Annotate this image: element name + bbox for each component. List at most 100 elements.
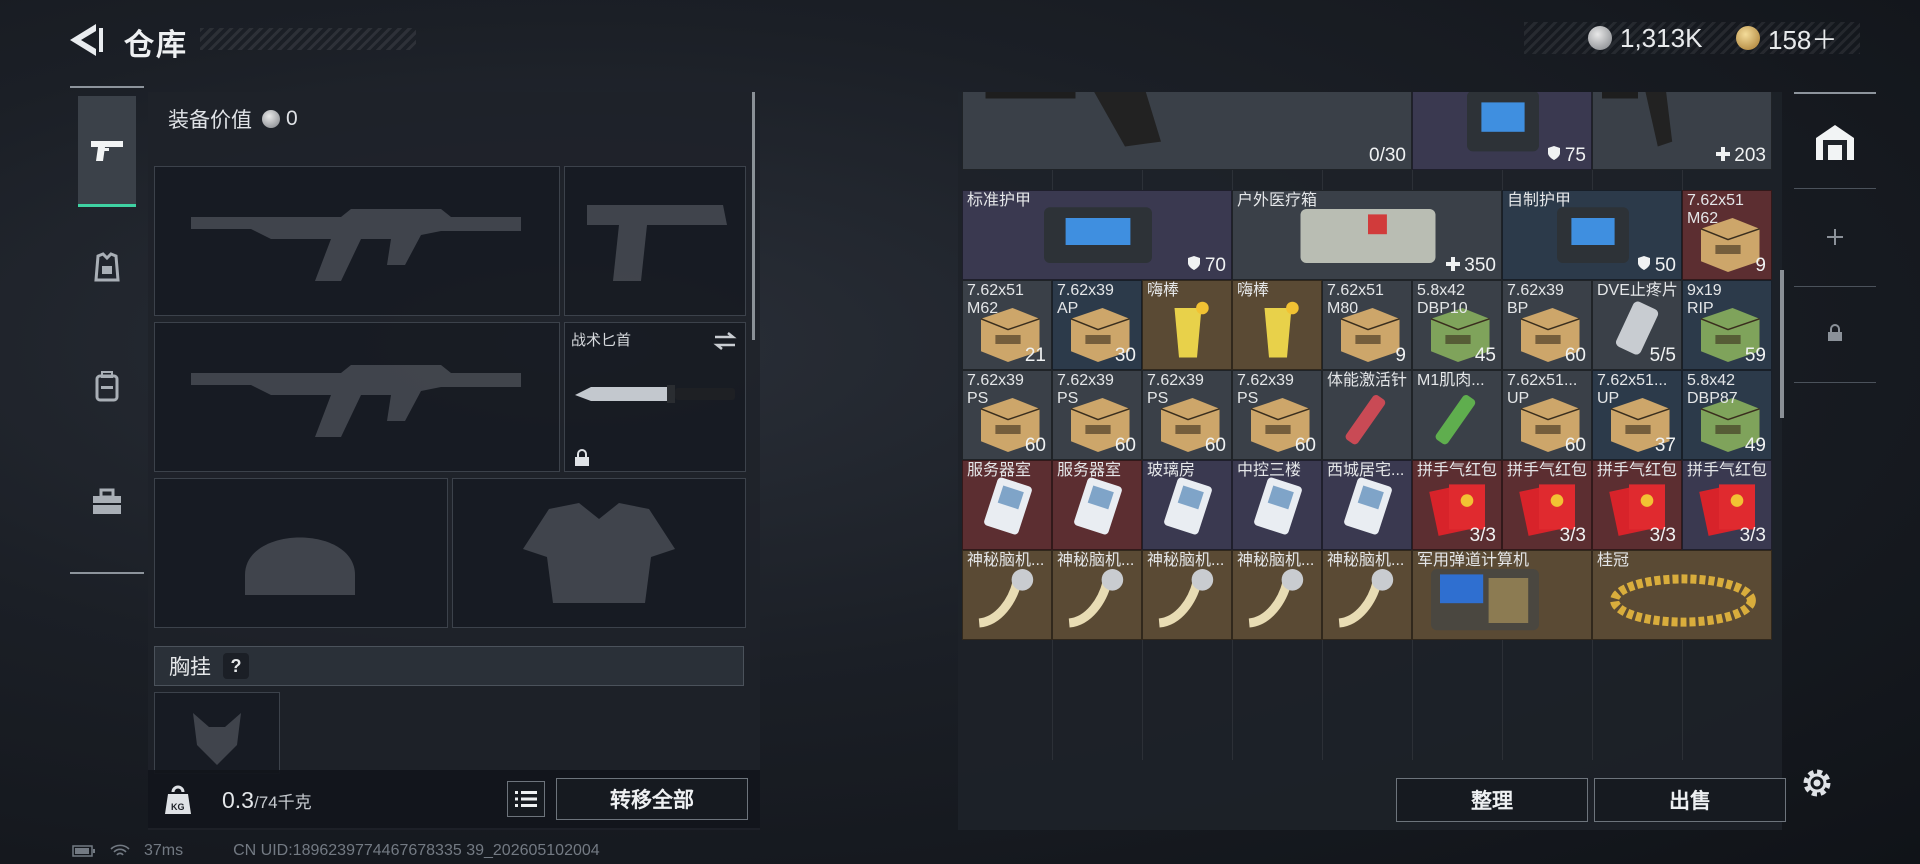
item-count-badge: 350 xyxy=(1446,255,1496,277)
tab-helmet[interactable] xyxy=(79,240,135,296)
item-count-badge: 49 xyxy=(1745,435,1766,457)
item-name: 神秘脑机... xyxy=(1147,552,1225,569)
stash-item[interactable]: 玻璃房 xyxy=(1142,460,1232,550)
stash-item[interactable]: 户外医疗箱 350 xyxy=(1232,190,1502,280)
stash-item[interactable]: 标准护甲75 xyxy=(1412,92,1592,170)
stash-item[interactable]: 7.62x51 M62 9 xyxy=(1682,190,1772,280)
item-name: 9x19 xyxy=(1687,282,1722,299)
stash-item[interactable]: 军用弹道计算机 xyxy=(1412,550,1592,640)
gold-currency[interactable]: 158＋ xyxy=(1736,20,1837,56)
tab-backpack[interactable] xyxy=(79,358,135,414)
stash-item[interactable]: 7.62x51 M62 21 xyxy=(962,280,1052,370)
item-name: 7.62x39 xyxy=(1147,372,1204,389)
stash-item[interactable]: 中控三楼 xyxy=(1232,460,1322,550)
item-count: 9 xyxy=(1395,345,1406,366)
battery-icon xyxy=(72,845,95,857)
stash-item[interactable]: M1肌肉... xyxy=(1412,370,1502,460)
item-variant: PS xyxy=(1147,390,1169,407)
stash-item[interactable]: 神秘脑机... xyxy=(1142,550,1232,640)
item-name: 7.62x39 xyxy=(967,372,1024,389)
list-view-button[interactable] xyxy=(507,781,545,817)
item-count: 60 xyxy=(1294,435,1316,456)
helmet-slot[interactable] xyxy=(154,478,448,628)
primary-weapon-slot-1[interactable] xyxy=(154,166,560,316)
pistol-icon xyxy=(91,141,123,161)
stash-item[interactable]: 9x19 RIP 59 xyxy=(1682,280,1772,370)
primary-weapon-slot-2[interactable] xyxy=(154,322,560,472)
stash-item[interactable]: 体能激活针 xyxy=(1322,370,1412,460)
stash-item[interactable]: 7.62x39 PS 60 xyxy=(1232,370,1322,460)
back-arrow-icon[interactable] xyxy=(66,22,106,58)
secondary-weapon-slot[interactable] xyxy=(564,166,746,316)
item-name: 5.8x42 xyxy=(1417,282,1466,299)
item-count-badge: 37 xyxy=(1655,435,1676,457)
settings-gear-icon[interactable] xyxy=(1800,766,1834,800)
item-count-badge: 21 xyxy=(1025,345,1046,367)
item-name: 服务器室 xyxy=(967,462,1032,479)
stash-item[interactable]: 服务器室 xyxy=(962,460,1052,550)
tactical-knife-icon xyxy=(575,385,735,403)
stash-item[interactable]: 5.8x42 DBP10 45 xyxy=(1412,280,1502,370)
stash-item[interactable]: 神秘脑机... xyxy=(1232,550,1322,640)
stash-item[interactable]: 拼手气红包 3/3 xyxy=(1412,460,1502,550)
carry-weight-current: 0.3 xyxy=(222,787,254,813)
rifle-silhouette-icon xyxy=(191,209,521,281)
tab-weapons[interactable] xyxy=(78,96,136,207)
stash-item[interactable]: DVE止疼片 5/5 xyxy=(1592,280,1682,370)
stash-item[interactable]: 拼手气红包 3/3 xyxy=(1682,460,1772,550)
item-count: 3/3 xyxy=(1559,525,1586,546)
item-name: 军用弹道计算机 xyxy=(1417,552,1530,569)
stash-item[interactable]: 桂冠 xyxy=(1592,550,1772,640)
stash-item[interactable]: 服务器室 xyxy=(1052,460,1142,550)
item-count: 30 xyxy=(1114,345,1136,366)
stash-tab-rail xyxy=(1794,92,1876,492)
item-name: 户外医疗箱 xyxy=(1237,192,1318,209)
item-count: 60 xyxy=(1204,435,1226,456)
stash-item[interactable]: 神秘脑机... xyxy=(1322,550,1412,640)
add-stash-icon[interactable] xyxy=(1826,228,1844,246)
swap-icon[interactable] xyxy=(713,331,737,351)
stash-item[interactable]: 5.8x42 DBP87 49 xyxy=(1682,370,1772,460)
silver-coin-icon xyxy=(1588,26,1612,50)
stash-item[interactable]: 神秘脑机... xyxy=(962,550,1052,640)
stash-item[interactable]: 0/30 xyxy=(962,92,1412,170)
stash-item[interactable]: 7.62x39 PS 60 xyxy=(962,370,1052,460)
item-count-badge: 3/3 xyxy=(1470,525,1496,547)
stash-item[interactable]: 7.62x39 PS 60 xyxy=(1052,370,1142,460)
silver-currency: 1,313K xyxy=(1588,20,1702,56)
item-name: 神秘脑机... xyxy=(1237,552,1315,569)
stash-item[interactable]: 拼手气红包 3/3 xyxy=(1592,460,1682,550)
sort-button[interactable]: 整理 xyxy=(1396,778,1588,822)
stash-item[interactable]: 7.62x39 PS 60 xyxy=(1142,370,1232,460)
stash-item[interactable]: 神秘脑机... xyxy=(1052,550,1142,640)
stash-item[interactable]: 7.62x39 BP 60 xyxy=(1502,280,1592,370)
stash-item[interactable]: 标准护甲 70 xyxy=(962,190,1232,280)
stash-item[interactable]: 7.62x51 M80 9 xyxy=(1322,280,1412,370)
stash-scrollbar[interactable] xyxy=(1780,270,1784,418)
stash-item[interactable]: 7.62x39 AP 30 xyxy=(1052,280,1142,370)
chest-rig-slot[interactable] xyxy=(154,692,280,774)
tab-case[interactable] xyxy=(79,474,135,530)
help-icon[interactable]: ? xyxy=(223,653,249,679)
stash-item[interactable]: 拼手气红包 3/3 xyxy=(1502,460,1592,550)
toolbox-icon xyxy=(93,488,121,514)
body-armor-slot[interactable] xyxy=(452,478,746,628)
stash-item[interactable]: 嗨棒 xyxy=(1142,280,1232,370)
stash-item[interactable]: 7.62x51... UP 60 xyxy=(1502,370,1592,460)
armor-vest-icon xyxy=(94,252,120,282)
item-name: M1肌肉... xyxy=(1417,372,1485,389)
stash-item[interactable]: 嗨棒 xyxy=(1232,280,1322,370)
stash-item[interactable]: 7.62x51... UP 37 xyxy=(1592,370,1682,460)
melee-slot[interactable]: 战术匕首 xyxy=(564,322,746,472)
item-count-badge: 60 xyxy=(1565,435,1586,457)
pistol-silhouette-icon xyxy=(587,205,727,281)
warehouse-icon[interactable] xyxy=(1814,122,1856,162)
stash-item[interactable]: 自制护甲 50 xyxy=(1502,190,1682,280)
sell-button[interactable]: 出售 xyxy=(1594,778,1786,822)
stash-item[interactable]: 203 xyxy=(1592,92,1772,170)
item-count-badge: 45 xyxy=(1475,345,1496,367)
stash-item[interactable]: 西城居宅... xyxy=(1322,460,1412,550)
heal-plus-icon xyxy=(1446,257,1461,271)
transfer-all-button[interactable]: 转移全部 xyxy=(556,778,748,820)
loadout-scrollbar[interactable] xyxy=(752,92,755,340)
